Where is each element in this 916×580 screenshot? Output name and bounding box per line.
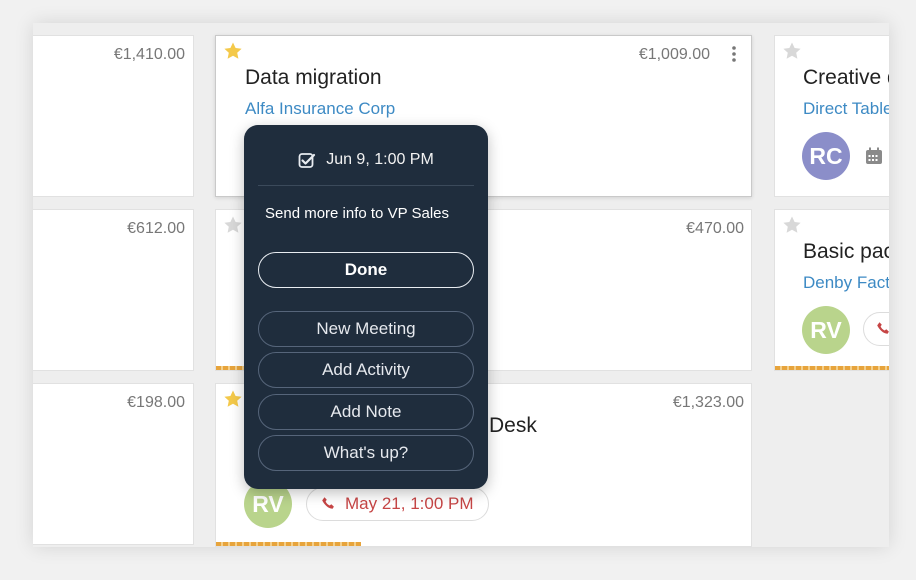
phone-icon xyxy=(322,497,334,509)
whats-up-button[interactable]: What's up? xyxy=(258,435,474,471)
phone-icon xyxy=(877,322,889,334)
star-icon[interactable] xyxy=(223,215,243,235)
avatar-initials: RC xyxy=(809,142,843,169)
deal-amount: €470.00 xyxy=(686,220,744,237)
progress-bar xyxy=(775,366,889,370)
add-note-button[interactable]: Add Note xyxy=(258,394,474,430)
done-button[interactable]: Done xyxy=(258,252,474,288)
star-icon[interactable] xyxy=(782,41,802,61)
deal-amount: €1,323.00 xyxy=(672,394,744,411)
deal-amount: €198.00 xyxy=(127,394,185,411)
avatar: RC xyxy=(802,132,850,180)
progress-bar xyxy=(216,542,361,546)
new-meeting-button[interactable]: New Meeting xyxy=(258,311,474,347)
activity-date-row: Jun 9, 1:00 PM xyxy=(244,151,488,169)
deal-amount: €1,410.00 xyxy=(113,46,185,63)
deal-amount: €1,009.00 xyxy=(638,46,710,63)
avatar-initials: RV xyxy=(810,316,842,343)
progress-bar xyxy=(216,366,244,370)
deal-card-r2c1[interactable]: €612.00 xyxy=(33,209,194,371)
star-icon[interactable] xyxy=(223,389,243,409)
activity-chip[interactable]: May 21, 1:00 PM xyxy=(306,487,489,521)
deal-title: Data migration xyxy=(245,66,382,89)
deal-title: Creative d xyxy=(803,66,889,89)
activity-due-date: Jun 9, 1:00 PM xyxy=(326,151,434,168)
deal-title: Desk xyxy=(489,414,537,437)
add-activity-button[interactable]: Add Activity xyxy=(258,352,474,388)
pipeline-board: €1,410.00 €1,009.00 Data migration Alfa … xyxy=(33,23,889,547)
deal-company-link[interactable]: Direct Table xyxy=(803,99,889,119)
deal-card-r2c3[interactable]: Basic pack Denby Facto RV xyxy=(774,209,889,371)
deal-card-r3c1[interactable]: €198.00 xyxy=(33,383,194,545)
star-icon[interactable] xyxy=(782,215,802,235)
deal-company-link[interactable]: Alfa Insurance Corp xyxy=(245,99,395,119)
check-box-icon xyxy=(298,153,316,168)
deal-card-r1c1[interactable]: €1,410.00 xyxy=(33,35,194,197)
activity-date: May 21, 1:00 PM xyxy=(345,494,474,513)
avatar: RV xyxy=(802,306,850,354)
activity-chip[interactable] xyxy=(863,312,889,346)
deal-company-link[interactable]: Denby Facto xyxy=(803,273,889,293)
kebab-menu-icon[interactable] xyxy=(731,45,737,63)
divider xyxy=(258,185,474,186)
activity-popover: Jun 9, 1:00 PM Send more info to VP Sale… xyxy=(244,125,488,489)
calendar-icon[interactable] xyxy=(865,147,883,165)
star-icon[interactable] xyxy=(223,41,243,61)
avatar-initials: RV xyxy=(252,490,284,517)
activity-subject: Send more info to VP Sales xyxy=(265,205,449,222)
deal-title: Basic pack xyxy=(803,240,889,263)
deal-card-r1c3[interactable]: Creative d Direct Table RC xyxy=(774,35,889,197)
deal-amount: €612.00 xyxy=(127,220,185,237)
